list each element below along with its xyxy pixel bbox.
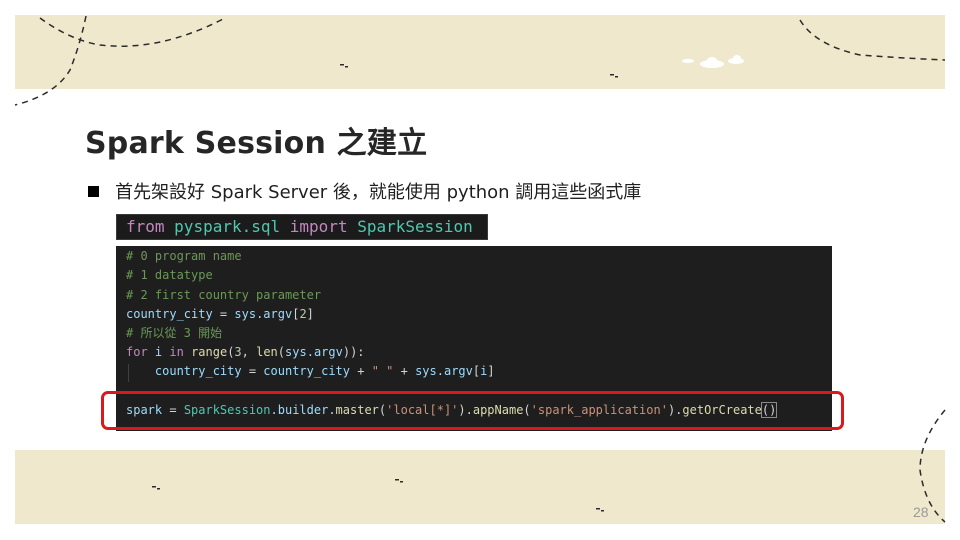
code-line-concat: country_city = country_city + " " + sys.… (154, 364, 495, 378)
keyword-from: from (126, 217, 165, 236)
bottom-decorative-band (15, 450, 945, 524)
bullet-item: 首先架設好 Spark Server 後，就能使用 python 調用這些函式庫 (88, 178, 641, 204)
slide-title: Spark Session 之建立 (85, 126, 428, 161)
highlight-box (101, 391, 844, 430)
code-line-assign-country: country_city = sys.argv[2] (126, 307, 314, 321)
code-comment-line: # 所以從 3 開始 (126, 326, 223, 340)
top-decorative-band (15, 15, 945, 89)
class-name: SparkSession (357, 217, 473, 236)
code-comment-line: # 0 program name (126, 249, 242, 263)
page-number: 28 (913, 504, 929, 520)
bullet-text: 首先架設好 Spark Server 後，就能使用 python 調用這些函式庫 (115, 182, 642, 203)
import-code-snippet: from pyspark.sql import SparkSession (116, 214, 488, 240)
code-line-for-loop: for i in range(3, len(sys.argv)): (126, 345, 365, 359)
square-bullet-icon (88, 185, 99, 197)
module-name: pyspark.sql (174, 217, 281, 236)
code-comment-line: # 1 datatype (126, 268, 213, 282)
code-comment-line: # 2 first country parameter (126, 288, 322, 302)
keyword-import: import (289, 217, 348, 236)
